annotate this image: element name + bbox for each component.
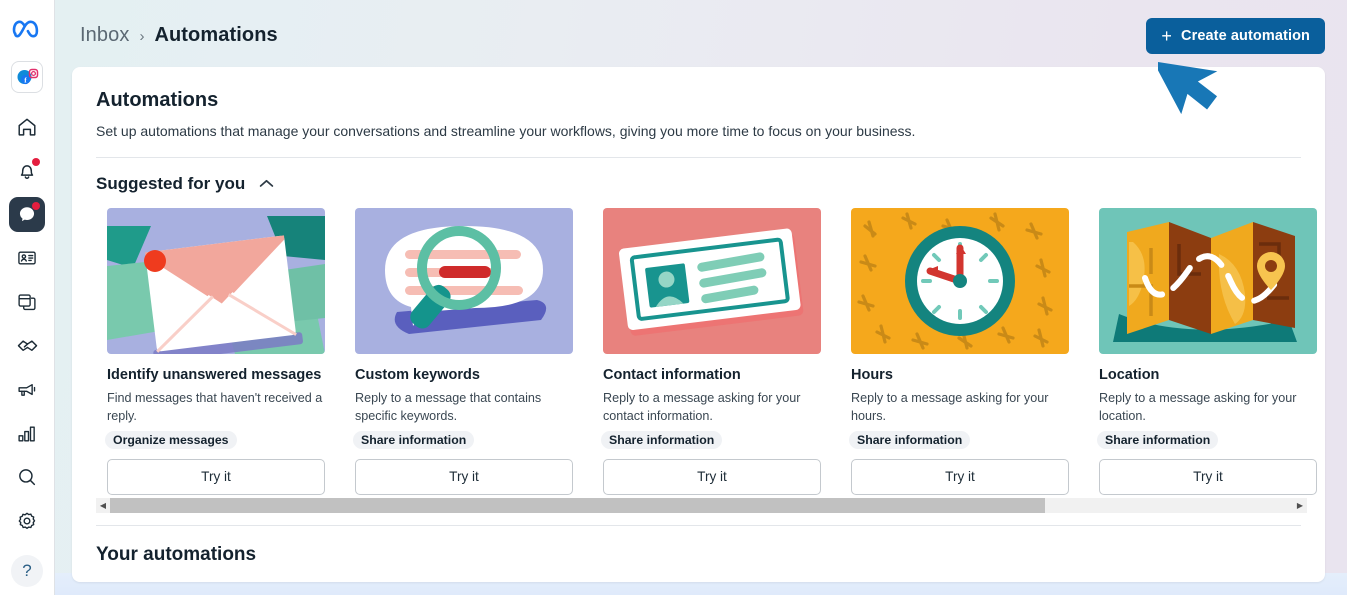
meta-logo-icon[interactable] [12, 18, 42, 45]
notification-badge-dot [32, 157, 40, 166]
breadcrumb-separator-icon: › [139, 27, 145, 45]
left-nav-rail: f ? [0, 0, 55, 595]
your-automations-heading: Your automations [96, 544, 257, 565]
suggestion-card[interactable]: Hours Reply to a message asking for your… [849, 208, 1069, 495]
automations-page: f ? Inbox › Automations + Create automat… [0, 0, 1347, 595]
breadcrumb-parent[interactable]: Inbox [80, 24, 129, 47]
map-illustration [1099, 208, 1317, 354]
suggestion-card[interactable]: Custom keywords Reply to a message that … [353, 208, 573, 495]
card-description: Reply to a message that contains specifi… [355, 390, 542, 423]
card-tag: Share information [353, 430, 475, 449]
sidebar-item-inbox[interactable] [9, 196, 45, 233]
suggestion-card[interactable]: Contact information Reply to a message a… [601, 208, 821, 495]
chevron-up-icon[interactable] [259, 175, 274, 193]
sidebar-item-ads[interactable] [9, 372, 45, 408]
card-description: Find messages that haven't received a re… [107, 390, 323, 423]
contact-card-illustration [603, 208, 821, 354]
sidebar-item-home[interactable] [9, 109, 45, 145]
scroll-right-arrow-icon[interactable]: ▶ [1293, 498, 1307, 513]
help-icon: ? [22, 561, 32, 581]
top-bar: Inbox › Automations [55, 0, 1347, 70]
clock-illustration [851, 208, 1069, 354]
scroll-left-arrow-icon[interactable]: ◀ [96, 498, 110, 513]
sidebar-item-insights[interactable] [9, 416, 45, 452]
card-description: Reply to a message asking for your conta… [603, 390, 801, 423]
card-title: Custom keywords [355, 367, 480, 383]
magnifier-speech-bubble-illustration [355, 208, 573, 354]
try-it-button[interactable]: Try it [107, 458, 325, 495]
card-tag: Share information [849, 430, 971, 449]
inbox-badge-dot [32, 201, 40, 210]
try-it-button[interactable]: Try it [603, 458, 821, 495]
suggested-section-label: Suggested for you [96, 174, 246, 193]
sidebar-item-pages[interactable] [9, 284, 45, 320]
card-description: Reply to a message asking for your locat… [1099, 390, 1297, 423]
sidebar-item-contacts[interactable] [9, 240, 45, 276]
card-title: Contact information [603, 367, 741, 383]
card-title: Location [1099, 367, 1160, 383]
breadcrumb: Inbox › Automations [80, 24, 278, 47]
sidebar-item-partnerships[interactable] [9, 328, 45, 364]
sidebar-item-help[interactable]: ? [11, 555, 43, 587]
suggested-section-header[interactable]: Suggested for you [96, 174, 274, 194]
envelope-illustration [107, 208, 325, 354]
card-description: Reply to a message asking for your hours… [851, 390, 1049, 423]
try-it-button[interactable]: Try it [1099, 458, 1317, 495]
horizontal-scrollbar[interactable]: ◀ ▶ [96, 498, 1307, 513]
card-tag: Share information [1097, 430, 1219, 449]
automations-panel: Automations Set up automations that mana… [72, 67, 1325, 582]
suggested-cards-row: Identify unanswered messages Find messag… [72, 208, 1325, 495]
sidebar-item-settings[interactable] [9, 503, 45, 539]
divider [96, 157, 1301, 158]
account-switcher[interactable]: f [11, 61, 43, 93]
sidebar-item-notifications[interactable] [9, 153, 45, 189]
divider-lower [96, 525, 1301, 526]
suggestion-card[interactable]: Location Reply to a message asking for y… [1097, 208, 1317, 495]
suggestion-card[interactable]: Identify unanswered messages Find messag… [105, 208, 325, 495]
card-tag: Organize messages [105, 430, 237, 449]
scrollbar-thumb[interactable] [110, 498, 1045, 513]
try-it-button[interactable]: Try it [355, 458, 573, 495]
card-title: Identify unanswered messages [107, 367, 322, 383]
page-subtitle: Set up automations that manage your conv… [96, 123, 916, 139]
card-tag: Share information [601, 430, 723, 449]
try-it-button[interactable]: Try it [851, 458, 1069, 495]
page-title: Automations [96, 89, 219, 111]
card-title: Hours [851, 367, 893, 383]
breadcrumb-current: Automations [154, 23, 278, 46]
scrollbar-track[interactable] [110, 498, 1293, 513]
sidebar-item-search[interactable] [9, 459, 45, 495]
suggested-cards-strip: Identify unanswered messages Find messag… [72, 208, 1325, 513]
